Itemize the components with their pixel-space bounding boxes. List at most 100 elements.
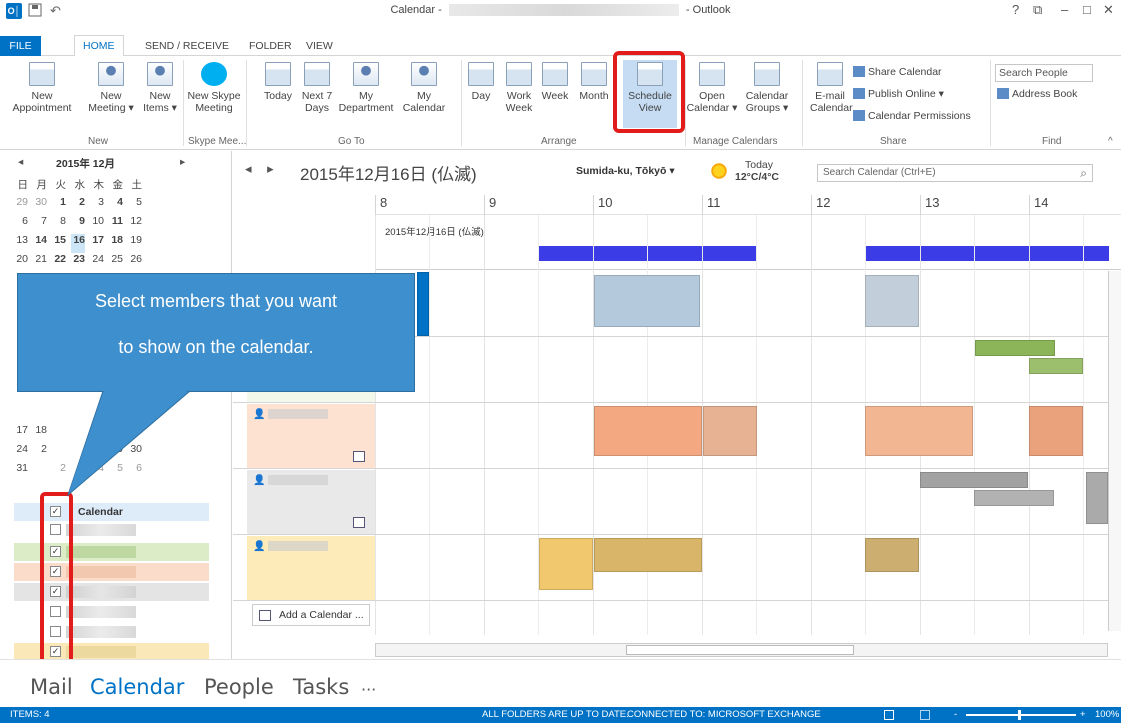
vertical-scrollbar[interactable] [1108,271,1121,631]
busy-bar[interactable] [866,246,1109,261]
day-cell[interactable]: 4 [109,196,123,215]
day-cell[interactable] [71,424,85,443]
calendar-event[interactable] [539,538,593,590]
calendar-small-icon[interactable] [353,451,365,462]
day-cell[interactable]: 6 [14,215,28,234]
work-week-view-button[interactable]: Work Week [502,62,536,114]
day-cell[interactable]: 7 [33,215,47,234]
day-cell[interactable]: 18 [109,234,123,253]
day-cell[interactable] [71,443,85,462]
day-cell[interactable]: 22 [109,424,123,443]
new-items-button[interactable]: New Items ▾ [139,62,181,114]
calendar-event[interactable] [920,472,1028,488]
email-calendar-button[interactable]: E-mail Calendar [810,62,853,114]
day-cell[interactable]: 15 [52,234,66,253]
publish-online-button[interactable]: Publish Online ▾ [853,88,944,100]
new-appointment-button[interactable]: New Appointment [4,62,80,114]
day-cell[interactable]: 12 [128,215,142,234]
zoom-in-button[interactable]: + [1080,707,1086,723]
maximize-button[interactable]: □ [1083,2,1091,17]
calendar-event[interactable] [975,340,1055,356]
nav-more-button[interactable]: ··· [361,680,376,699]
calendar-event[interactable] [417,272,429,336]
tab-file[interactable]: FILE [0,36,41,56]
day-cell[interactable]: 3 [71,462,85,481]
day-view-button[interactable]: Day [466,62,496,102]
calendar-event[interactable] [1029,358,1083,374]
day-cell[interactable]: 2 [71,196,85,215]
tab-view[interactable]: VIEW [298,36,341,56]
day-cell[interactable]: 2 [52,462,66,481]
week-view-button[interactable]: Week [538,62,572,102]
member-cell[interactable]: 👤 [247,470,375,534]
day-cell[interactable]: 13 [14,234,28,253]
calendar-small-icon[interactable] [353,517,365,528]
open-calendar-button[interactable]: Open Calendar ▾ [686,62,738,114]
address-book-button[interactable]: Address Book [997,88,1077,100]
collapse-ribbon-button[interactable]: ^ [1108,136,1113,147]
day-cell[interactable]: 23 [71,253,85,272]
prev-day-button[interactable]: ◂ [245,161,252,176]
nav-mail[interactable]: Mail [30,675,73,699]
day-cell[interactable]: 2 [33,443,47,462]
mini-calendar-next[interactable]: ▸ [180,156,185,168]
day-cell[interactable]: 28 [90,443,104,462]
add-a-calendar-button[interactable]: Add a Calendar ... [252,604,370,626]
close-button[interactable]: ✕ [1103,2,1114,18]
day-cell[interactable] [90,424,104,443]
nav-people[interactable]: People [204,675,274,699]
mini-calendar-prev[interactable]: ◂ [18,156,23,168]
day-cell[interactable]: 5 [128,196,142,215]
calendar-groups-button[interactable]: Calendar Groups ▾ [740,62,794,114]
ribbon-display-options-button[interactable]: ⧉ [1033,2,1042,18]
day-cell[interactable]: 6 [128,462,142,481]
calendar-event[interactable] [703,406,757,456]
zoom-slider[interactable] [966,714,1076,716]
day-cell[interactable]: 11 [109,215,123,234]
zoom-slider-thumb[interactable] [1018,710,1021,720]
normal-view-icon[interactable] [884,710,894,720]
share-calendar-button[interactable]: Share Calendar [853,66,942,78]
day-cell[interactable]: 31 [14,462,28,481]
day-cell[interactable]: 26 [128,253,142,272]
today-button[interactable]: Today [258,62,298,102]
day-cell[interactable]: 4 [90,462,104,481]
member-cell[interactable]: 👤 [247,404,375,468]
my-calendar-button[interactable]: My Calendar [398,62,450,114]
tab-home[interactable]: HOME [74,35,124,57]
my-department-button[interactable]: My Department [336,62,396,114]
day-cell[interactable] [52,443,66,462]
calendar-event[interactable] [1029,406,1083,456]
day-cell[interactable]: 22 [52,253,66,272]
tab-folder[interactable]: FOLDER [241,36,300,56]
day-cell[interactable]: 5 [109,462,123,481]
new-skype-meeting-button[interactable]: New Skype Meeting [186,62,242,114]
calendar-event[interactable] [865,406,973,456]
day-cell[interactable]: 1 [52,196,66,215]
calendar-permissions-button[interactable]: Calendar Permissions [853,110,971,122]
day-cell[interactable]: 17 [90,234,104,253]
calendar-event[interactable] [865,538,919,572]
new-meeting-button[interactable]: New Meeting ▾ [86,62,136,114]
tab-send-receive[interactable]: SEND / RECEIVE [137,36,237,56]
member-cell[interactable]: 👤 [247,536,375,600]
search-people-input[interactable]: Search People [995,64,1093,82]
calendar-event[interactable] [594,275,700,327]
day-cell[interactable]: 18 [33,424,47,443]
minimize-button[interactable]: – [1061,2,1068,17]
day-cell[interactable]: 29 [14,196,28,215]
day-cell[interactable]: 9 [71,215,85,234]
day-cell[interactable]: 21 [33,253,47,272]
calendar-event[interactable] [594,538,702,572]
day-cell[interactable]: 17 [14,424,28,443]
day-cell[interactable]: 10 [90,215,104,234]
scroll-thumb[interactable] [626,645,854,655]
day-cell[interactable]: 30 [33,196,47,215]
reading-view-icon[interactable] [920,710,930,720]
search-calendar-input[interactable]: Search Calendar (Ctrl+E) ⌕ [817,164,1093,182]
day-cell-today[interactable]: 16 [71,234,85,253]
weather-info[interactable]: Today 12°C/4°C [735,159,779,183]
day-cell[interactable] [52,424,66,443]
busy-bar[interactable] [539,246,757,261]
next-7-days-button[interactable]: Next 7 Days [300,62,334,114]
